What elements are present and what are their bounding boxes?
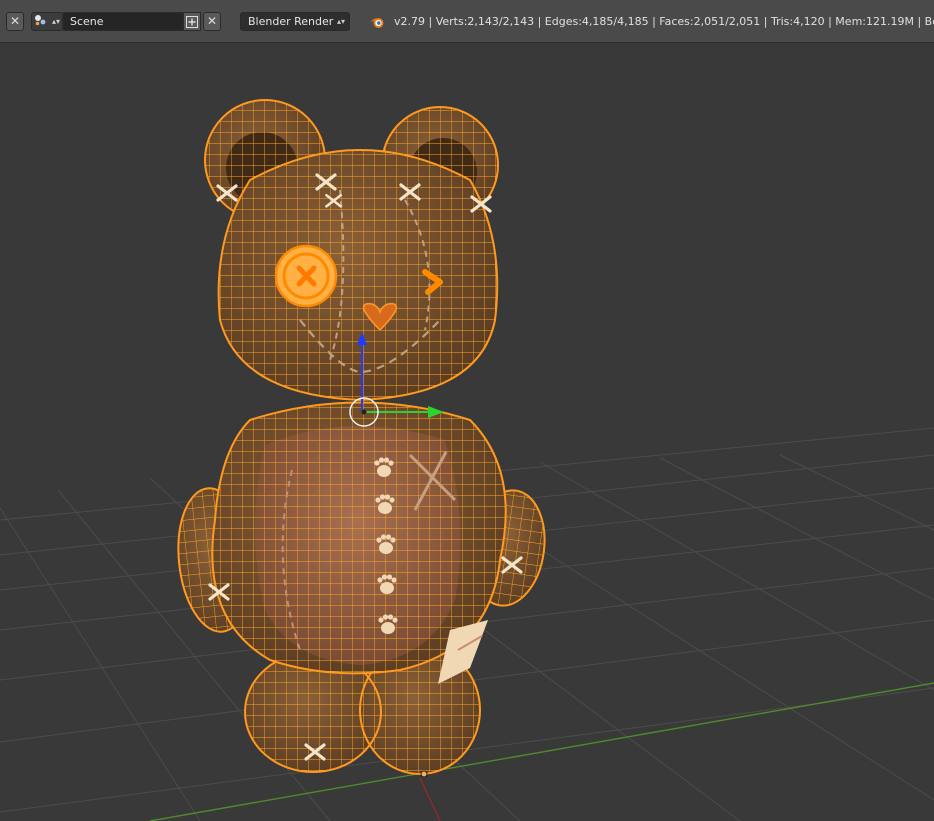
scene-browse-button[interactable]: ▴▾ — [31, 12, 63, 31]
updown-arrow-icon: ▴▾ — [336, 17, 345, 26]
button-eye — [274, 244, 338, 308]
blender-window: ✕ ▴▾ Scene ✕ Blender Render ▴▾ v2.79 | V… — [0, 0, 934, 821]
close-icon[interactable]: ✕ — [6, 12, 24, 31]
render-engine-select[interactable]: Blender Render ▴▾ — [240, 12, 350, 31]
scene-icon — [35, 14, 46, 25]
plus-icon — [186, 16, 198, 28]
updown-arrow-icon: ▴▾ — [51, 17, 60, 26]
delete-scene-button[interactable]: ✕ — [203, 12, 221, 31]
blender-logo-icon — [370, 17, 384, 28]
teddy-bear-mesh[interactable] — [172, 99, 552, 775]
scene-name-field[interactable]: Scene — [63, 12, 183, 31]
render-engine-label: Blender Render — [248, 15, 334, 28]
object-origin — [361, 409, 367, 415]
3d-viewport[interactable] — [0, 43, 934, 821]
scene-statistics: v2.79 | Verts:2,143/2,143 | Edges:4,185/… — [394, 15, 934, 28]
add-scene-button[interactable] — [183, 12, 201, 31]
x-icon: ✕ — [206, 14, 218, 28]
world-origin-point — [420, 770, 428, 778]
info-header: ✕ ▴▾ Scene ✕ Blender Render ▴▾ v2.79 | V… — [0, 0, 934, 43]
x-axis-line — [419, 777, 441, 821]
head — [217, 149, 499, 402]
viewport-canvas[interactable] — [0, 43, 934, 821]
